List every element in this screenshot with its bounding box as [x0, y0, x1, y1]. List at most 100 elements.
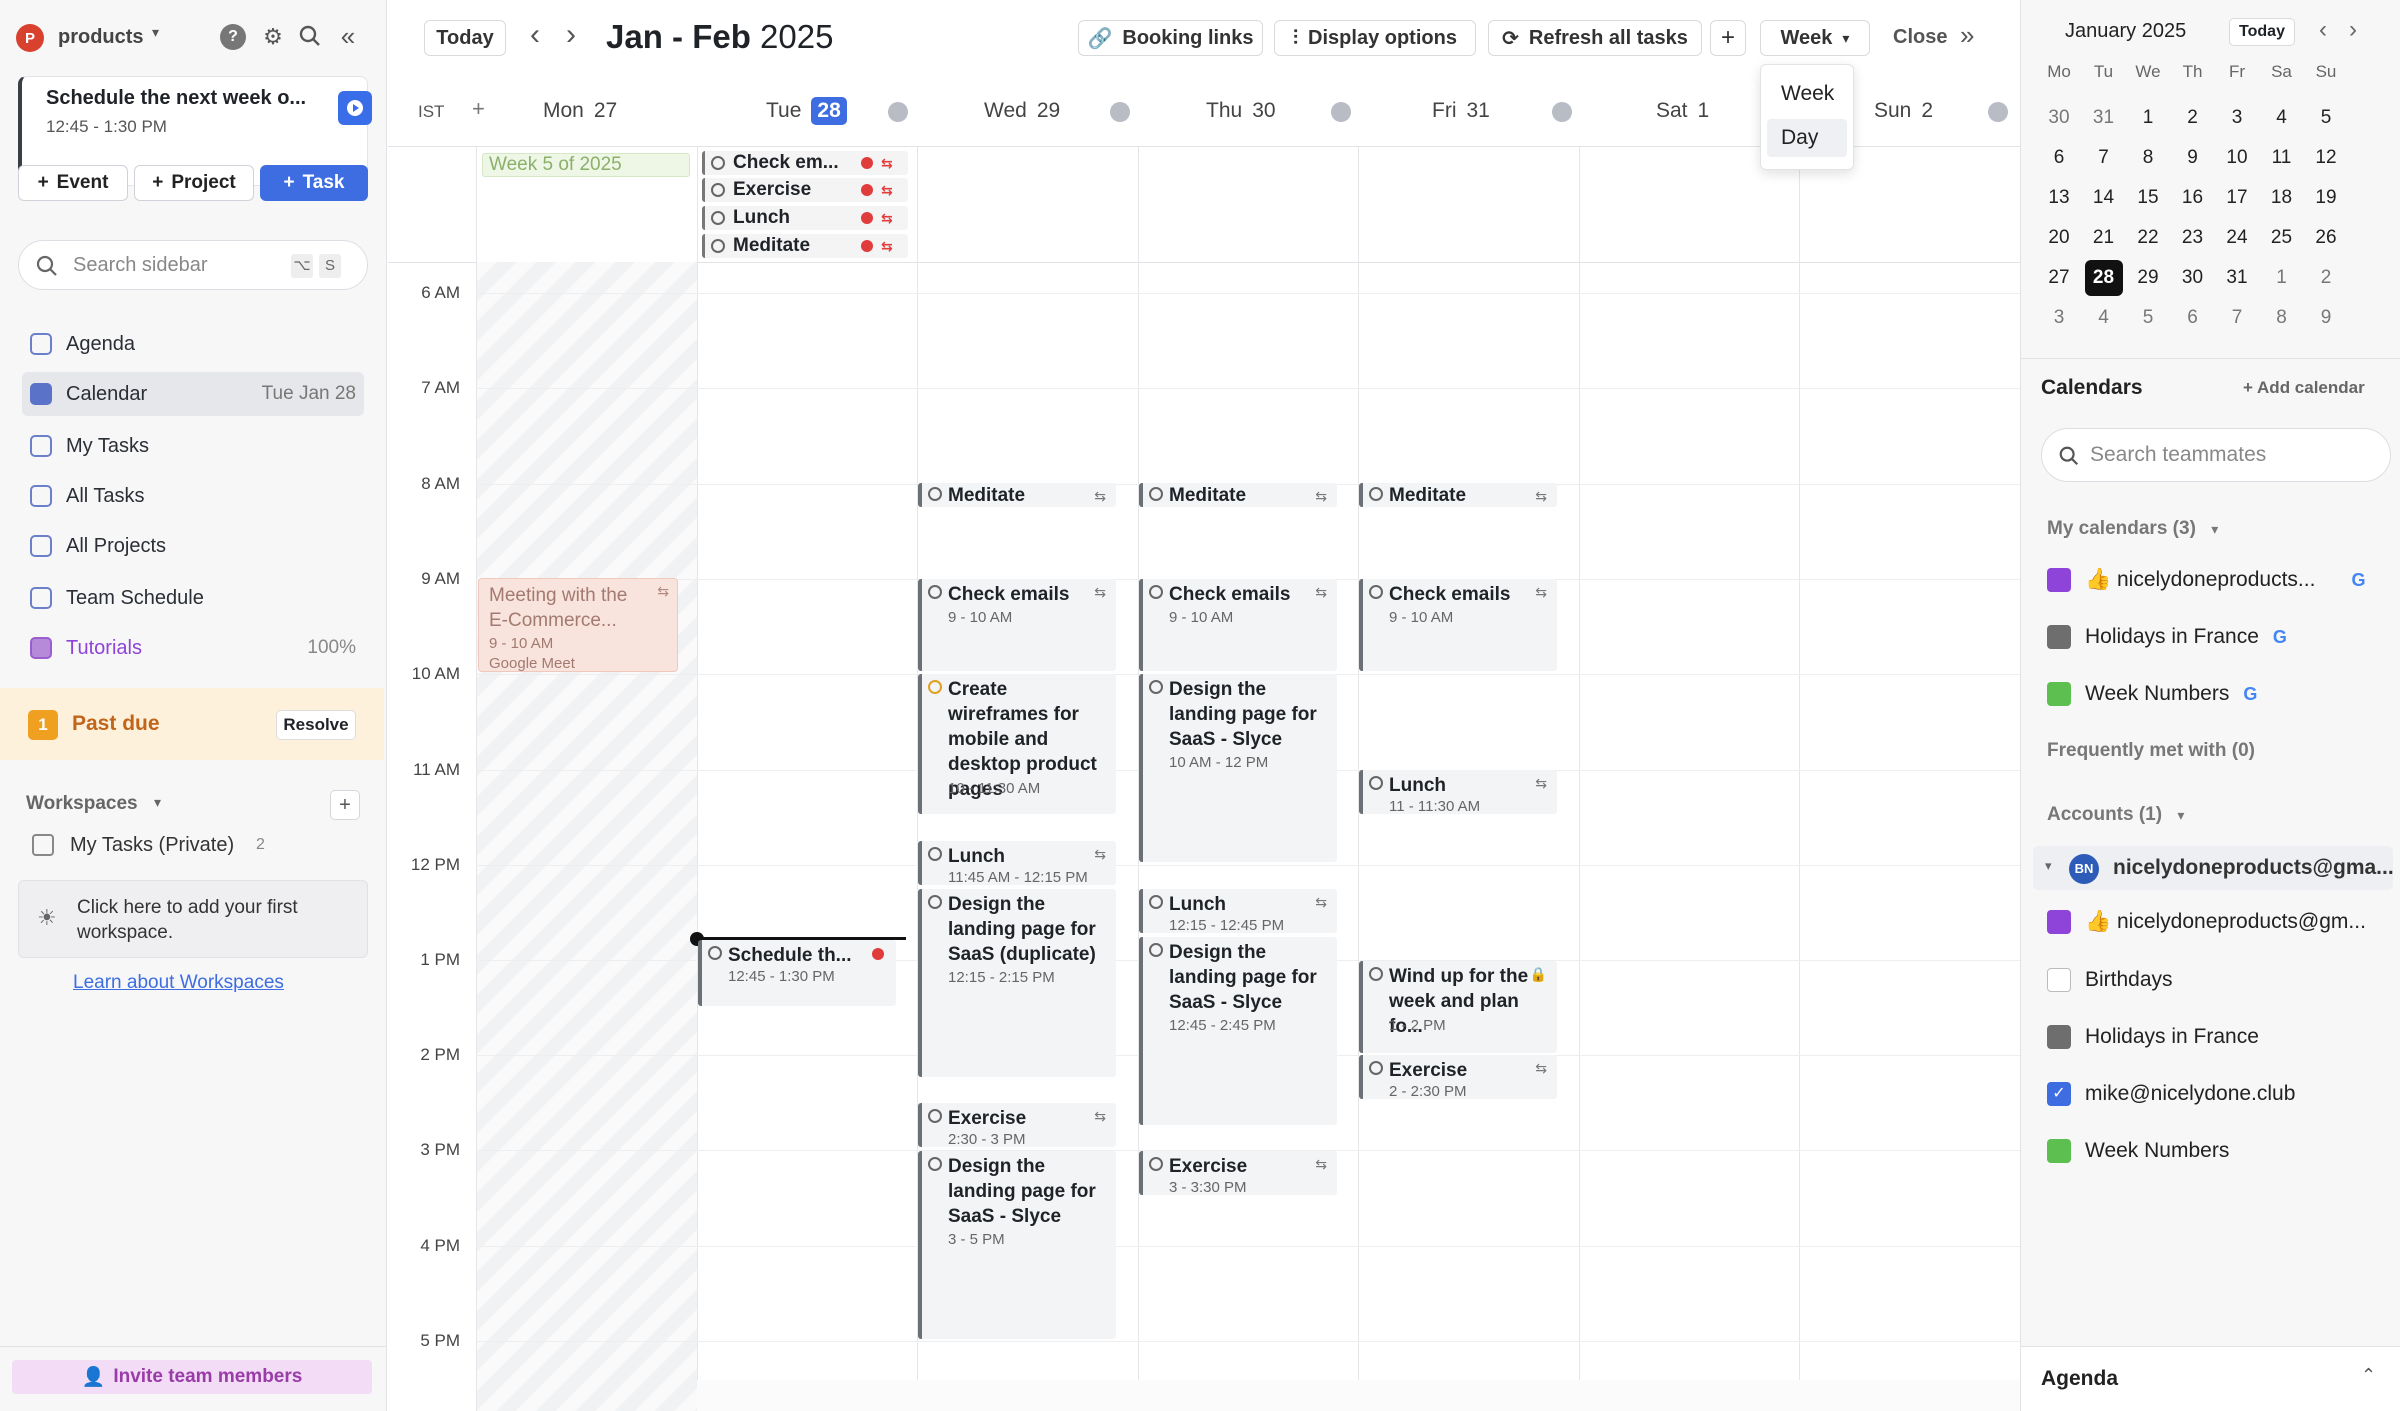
new-task-button[interactable]: + Task: [260, 165, 368, 201]
calendar-item[interactable]: Week Numbers G: [2047, 674, 2257, 714]
collapse-sidebar-icon[interactable]: «: [332, 20, 364, 52]
checkbox-icon[interactable]: [1149, 1157, 1163, 1171]
sidebar-item-calendar[interactable]: Calendar Tue Jan 28: [22, 372, 364, 416]
mini-calendar-day[interactable]: 29: [2126, 260, 2170, 296]
mini-calendar-day[interactable]: 2: [2171, 100, 2215, 136]
mini-calendar-day[interactable]: 21: [2082, 220, 2126, 256]
invite-team-button[interactable]: 👤 Invite team members: [12, 1360, 372, 1394]
workspace-item[interactable]: My Tasks (Private): [70, 834, 234, 857]
checkbox-icon[interactable]: [2047, 682, 2071, 706]
week-number-event[interactable]: Week 5 of 2025: [482, 153, 690, 177]
checkbox-icon[interactable]: [928, 1157, 942, 1171]
frequently-met-header[interactable]: Frequently met with (0): [2047, 740, 2255, 762]
calendar-task[interactable]: Lunch 12:15 - 12:45 PM ⇆: [1139, 889, 1337, 933]
calendar-task[interactable]: Create wireframes for mobile and desktop…: [918, 674, 1116, 814]
accounts-header[interactable]: Accounts (1) ▾: [2047, 804, 2184, 826]
checkbox-icon[interactable]: [928, 585, 942, 599]
booking-links-button[interactable]: 🔗 Booking links: [1078, 20, 1263, 56]
allday-task[interactable]: Exercise ⇆: [702, 178, 908, 202]
mini-calendar-day[interactable]: 27: [2037, 260, 2081, 296]
mini-calendar-day[interactable]: 5: [2304, 100, 2348, 136]
checkbox-icon[interactable]: [2047, 1025, 2071, 1049]
checkbox-icon[interactable]: [1369, 585, 1383, 599]
mini-calendar-day[interactable]: 26: [2304, 220, 2348, 256]
workspace-name[interactable]: products: [58, 26, 144, 49]
calendar-task[interactable]: Wind up for the week and plan fo... 1 - 2…: [1359, 961, 1557, 1053]
teammate-search[interactable]: Search teammates: [2041, 428, 2391, 482]
mini-calendar-day[interactable]: 15: [2126, 180, 2170, 216]
chevron-down-icon[interactable]: ▾: [154, 794, 161, 811]
my-calendars-header[interactable]: My calendars (3) ▾: [2047, 518, 2218, 540]
checkbox-icon[interactable]: [1149, 895, 1163, 909]
mini-calendar-day[interactable]: 31: [2082, 100, 2126, 136]
view-option-day[interactable]: Day: [1767, 119, 1847, 157]
checkbox-icon[interactable]: [2047, 968, 2071, 992]
start-task-button[interactable]: [338, 91, 372, 125]
calendar-task[interactable]: Exercise 2 - 2:30 PM ⇆: [1359, 1055, 1557, 1099]
clock-icon[interactable]: [1110, 102, 1130, 122]
mini-calendar-day[interactable]: 18: [2260, 180, 2304, 216]
close-panel-button[interactable]: Close: [1893, 26, 1947, 49]
mini-calendar-day[interactable]: 4: [2082, 300, 2126, 336]
sidebar-item-tutorials[interactable]: Tutorials 100%: [22, 626, 364, 670]
calendar-task[interactable]: Design the landing page for SaaS - Slyce…: [1139, 674, 1337, 862]
add-calendar-button[interactable]: + Add calendar: [2243, 378, 2365, 398]
mini-calendar-day[interactable]: 12: [2304, 140, 2348, 176]
past-due-banner[interactable]: 1 Past due Resolve: [0, 688, 384, 760]
agenda-panel[interactable]: Agenda ⌃: [2021, 1346, 2400, 1411]
calendar-task[interactable]: Schedule th... 12:45 - 1:30 PM: [698, 940, 896, 1006]
mini-calendar-day[interactable]: 20: [2037, 220, 2081, 256]
workspaces-header[interactable]: Workspaces: [26, 793, 138, 815]
gear-icon[interactable]: ⚙: [258, 22, 288, 52]
checkbox-icon[interactable]: [2047, 910, 2071, 934]
add-button[interactable]: +: [1710, 20, 1746, 56]
mini-calendar-day[interactable]: 10: [2215, 140, 2259, 176]
day-header-thu[interactable]: Thu 30: [1206, 96, 1276, 126]
sidebar-item-agenda[interactable]: Agenda: [22, 322, 364, 366]
account-row[interactable]: ▾ BN nicelydoneproducts@gma...: [2033, 846, 2394, 890]
next-arrow-icon[interactable]: ›: [566, 18, 576, 52]
mini-calendar-day[interactable]: 3: [2215, 100, 2259, 136]
calendar-item[interactable]: 👍 nicelydoneproducts@gm...: [2047, 902, 2366, 942]
allday-task[interactable]: Lunch ⇆: [702, 206, 908, 230]
checkbox-icon[interactable]: [928, 1109, 942, 1123]
search-icon[interactable]: [294, 20, 326, 52]
add-workspace-hint[interactable]: ☀ Click here to add your first workspace…: [18, 880, 368, 958]
calendar-task[interactable]: Meditate ⇆: [918, 483, 1116, 507]
refresh-tasks-button[interactable]: ⟳ Refresh all tasks: [1488, 20, 1702, 56]
day-header-mon[interactable]: Mon 27: [543, 96, 617, 126]
prev-month-icon[interactable]: ‹: [2319, 16, 2327, 44]
mini-calendar-day[interactable]: 5: [2126, 300, 2170, 336]
checkbox-icon[interactable]: [1369, 967, 1383, 981]
calendar-item[interactable]: Holidays in France: [2047, 1017, 2259, 1057]
chevron-down-icon[interactable]: ▾: [152, 24, 159, 41]
mini-calendar-day[interactable]: 9: [2171, 140, 2215, 176]
calendar-item[interactable]: 👍 nicelydoneproducts... G: [2047, 560, 2365, 600]
calendar-task[interactable]: Check emails 9 - 10 AM ⇆: [1139, 579, 1337, 671]
calendar-item[interactable]: Birthdays: [2047, 960, 2173, 1000]
checkbox-icon[interactable]: [708, 946, 722, 960]
mini-calendar-day[interactable]: 14: [2082, 180, 2126, 216]
checkbox-icon[interactable]: [2047, 625, 2071, 649]
mini-calendar-day[interactable]: 7: [2082, 140, 2126, 176]
checkbox-icon[interactable]: [2047, 1139, 2071, 1163]
mini-calendar-day[interactable]: 2: [2304, 260, 2348, 296]
prev-arrow-icon[interactable]: ‹: [530, 18, 540, 52]
mini-calendar-day[interactable]: 31: [2215, 260, 2259, 296]
allday-task[interactable]: Meditate ⇆: [702, 234, 908, 258]
timezone-label[interactable]: IST: [418, 102, 444, 122]
chevron-up-icon[interactable]: ⌃: [2361, 1365, 2376, 1386]
calendar-item[interactable]: ✓ mike@nicelydone.club: [2047, 1074, 2295, 1114]
mini-calendar-day[interactable]: 6: [2037, 140, 2081, 176]
mini-calendar-day[interactable]: 4: [2260, 100, 2304, 136]
mini-today-button[interactable]: Today: [2229, 18, 2295, 46]
checkbox-icon[interactable]: [928, 487, 942, 501]
mini-calendar-day[interactable]: 19: [2304, 180, 2348, 216]
clock-icon[interactable]: [1988, 102, 2008, 122]
checkbox-icon[interactable]: [928, 680, 942, 694]
calendar-task[interactable]: Design the landing page for SaaS - Slyce…: [1139, 937, 1337, 1125]
resolve-button[interactable]: Resolve: [276, 710, 356, 740]
mini-calendar-day[interactable]: 24: [2215, 220, 2259, 256]
workspace-avatar[interactable]: P: [16, 24, 44, 52]
calendar-task[interactable]: Meditate ⇆: [1139, 483, 1337, 507]
